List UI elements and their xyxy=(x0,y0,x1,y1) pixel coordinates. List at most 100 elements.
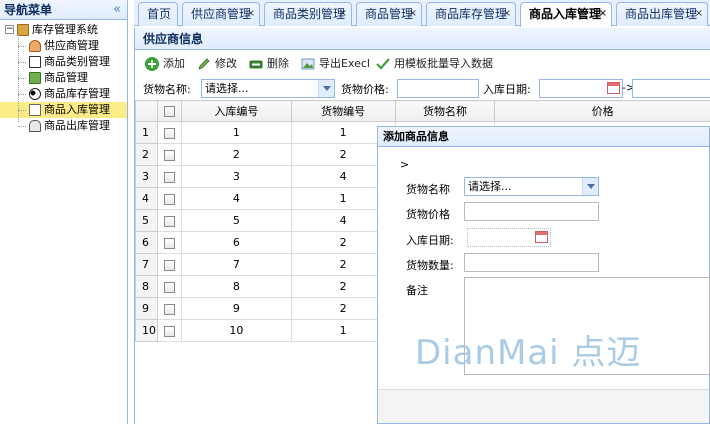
sidebar-item-supplier[interactable]: 供应商管理 xyxy=(0,38,127,54)
nav-tree: − 库存管理系统 供应商管理 商品类别管理 商品管理 商品库存管理 商品入库管理… xyxy=(0,20,127,134)
export-button[interactable]: 导出Execl xyxy=(301,56,370,72)
tab-label: 商品类别管理 xyxy=(273,7,346,21)
sidebar-item-label: 商品类别管理 xyxy=(44,55,110,68)
column-header[interactable]: 货物编号 xyxy=(290,100,396,122)
date-to-input[interactable] xyxy=(632,79,710,98)
nav-panel: 导航菜单 « − 库存管理系统 供应商管理 商品类别管理 商品管理 商品库存管理 xyxy=(0,0,128,424)
add-icon xyxy=(145,57,159,71)
sidebar-item-goods[interactable]: 商品管理 xyxy=(0,70,127,86)
minus-icon xyxy=(249,57,263,71)
edit-button[interactable]: 修改 xyxy=(197,56,237,72)
stock-icon xyxy=(29,88,41,100)
goods-name-select[interactable]: 请选择... xyxy=(464,177,599,196)
tab-goods[interactable]: 商品管理 × xyxy=(356,2,422,26)
cell-inbound-id: 8 xyxy=(180,275,292,298)
column-header[interactable]: 价格 xyxy=(494,100,710,122)
row-checkbox[interactable] xyxy=(156,231,182,254)
row-number: 1 xyxy=(135,121,158,144)
close-icon[interactable]: × xyxy=(247,3,255,25)
tab-stock[interactable]: 商品库存管理 × xyxy=(426,2,516,26)
sidebar-item-label: 商品出库管理 xyxy=(44,119,110,132)
chevron-down-icon[interactable] xyxy=(582,178,598,195)
price-input[interactable] xyxy=(464,202,599,221)
sidebar-item-inbound[interactable]: 商品入库管理 xyxy=(0,102,127,118)
row-number: 5 xyxy=(135,209,158,232)
tab-category[interactable]: 商品类别管理 × xyxy=(264,2,352,26)
select-all-checkbox[interactable] xyxy=(156,100,182,122)
tab-label: 商品入库管理 xyxy=(529,7,602,21)
delete-button[interactable]: 删除 xyxy=(249,56,289,72)
row-checkbox[interactable] xyxy=(156,143,182,166)
chevron-down-icon[interactable] xyxy=(318,80,334,97)
row-number: 7 xyxy=(135,253,158,276)
row-checkbox[interactable] xyxy=(156,297,182,320)
close-icon[interactable]: × xyxy=(695,3,703,25)
tab-label: 商品库存管理 xyxy=(435,7,508,21)
close-icon[interactable]: × xyxy=(503,3,511,25)
inbound-icon xyxy=(29,104,41,116)
close-icon[interactable]: × xyxy=(409,3,417,25)
rownum-header xyxy=(135,100,158,122)
price-label: 货物价格: xyxy=(341,83,389,96)
column-header[interactable]: 货物名称 xyxy=(394,100,496,122)
row-checkbox[interactable] xyxy=(156,319,182,342)
cell-inbound-id: 3 xyxy=(180,165,292,188)
column-header[interactable]: 入库编号 xyxy=(180,100,292,122)
sidebar-item-category[interactable]: 商品类别管理 xyxy=(0,54,127,70)
goods-name-label: 货物名称: xyxy=(143,83,191,96)
tab-label: 商品出库管理 xyxy=(625,7,698,21)
tab-bar: 首页 供应商管理 × 商品类别管理 × 商品管理 × 商品库存管理 × 商品入库管理 × … xyxy=(134,0,710,27)
tab-home[interactable]: 首页 xyxy=(138,2,178,26)
cell-inbound-id: 10 xyxy=(180,319,292,342)
row-checkbox[interactable] xyxy=(156,165,182,188)
sidebar-item-stock[interactable]: 商品库存管理 xyxy=(0,86,127,102)
import-button[interactable]: 用模板批量导入数据 xyxy=(376,56,493,72)
date-from-input[interactable] xyxy=(539,79,623,98)
sidebar-item-outbound[interactable]: 商品出库管理 xyxy=(0,118,127,134)
calendar-icon[interactable] xyxy=(607,82,620,94)
close-icon[interactable]: × xyxy=(599,3,607,25)
qty-label: 货物数量: xyxy=(406,259,454,272)
goods-icon xyxy=(29,72,41,84)
toolbar: 添加 修改 删除 导出Execl 用模板批量导入数据 xyxy=(135,54,710,74)
qty-input[interactable] xyxy=(464,253,599,272)
add-button-label: 添加 xyxy=(163,57,185,70)
panel-title: 供应商信息 xyxy=(135,28,710,50)
row-number: 6 xyxy=(135,231,158,254)
goods-name-label: 货物名称 xyxy=(406,183,450,196)
cell-inbound-id: 4 xyxy=(180,187,292,210)
cell-inbound-id: 2 xyxy=(180,143,292,166)
goods-name-select[interactable]: 请选择... xyxy=(201,79,335,98)
cell-inbound-id: 9 xyxy=(180,297,292,320)
import-button-label: 用模板批量导入数据 xyxy=(394,57,493,70)
row-checkbox[interactable] xyxy=(156,275,182,298)
collapse-icon[interactable]: « xyxy=(113,2,121,17)
price-label: 货物价格 xyxy=(406,208,450,221)
sidebar-item-label: 商品库存管理 xyxy=(44,87,110,100)
filter-bar: 货物名称: 请选择... 货物价格: 入库日期: -> xyxy=(135,77,710,99)
close-icon[interactable]: × xyxy=(339,3,347,25)
watermark: DianMai 点迈 xyxy=(415,333,642,373)
price-input[interactable] xyxy=(397,79,479,98)
tree-root[interactable]: − 库存管理系统 xyxy=(0,22,127,38)
row-checkbox[interactable] xyxy=(156,121,182,144)
cell-inbound-id: 6 xyxy=(180,231,292,254)
row-number: 3 xyxy=(135,165,158,188)
row-number: 2 xyxy=(135,143,158,166)
remark-label: 备注 xyxy=(406,284,428,297)
dialog-title[interactable]: 添加商品信息 xyxy=(378,127,709,147)
row-checkbox[interactable] xyxy=(156,253,182,276)
add-goods-dialog: 添加商品信息 > 货物名称 请选择... 货物价格 入库日期: 货物数量: 备注 xyxy=(377,126,710,424)
add-button[interactable]: 添加 xyxy=(145,56,185,72)
date-input[interactable] xyxy=(467,228,551,247)
sidebar-item-label: 供应商管理 xyxy=(44,39,99,52)
row-checkbox[interactable] xyxy=(156,187,182,210)
pencil-icon xyxy=(197,57,211,71)
sidebar-item-label: 商品管理 xyxy=(44,71,88,84)
calendar-icon[interactable] xyxy=(535,231,548,243)
tab-outbound[interactable]: 商品出库管理 × xyxy=(616,2,708,26)
tab-inbound[interactable]: 商品入库管理 × xyxy=(520,2,612,27)
collapse-toggle-icon[interactable]: − xyxy=(5,25,14,34)
row-checkbox[interactable] xyxy=(156,209,182,232)
tab-supplier[interactable]: 供应商管理 × xyxy=(182,2,260,26)
